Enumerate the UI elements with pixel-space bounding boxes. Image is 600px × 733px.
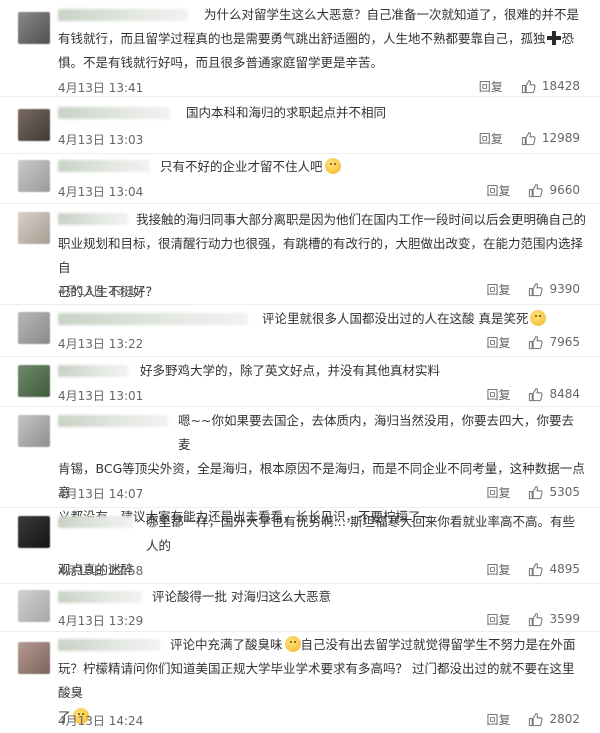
avatar[interactable] [18, 212, 50, 244]
thumbs-up-icon [529, 712, 544, 726]
like-count: 12989 [541, 131, 580, 145]
reply-button[interactable]: 回复 [486, 711, 510, 728]
like-button[interactable]: 2802 [528, 712, 580, 727]
comment-actions: 回复 9390 [486, 280, 580, 298]
comment-list: 为什么对留学生这么大恶意？自己准备一次就知道了，很难的并不是 有钱就行，而且留学… [0, 0, 600, 733]
thumbs-up-icon [521, 131, 536, 145]
like-button[interactable]: 12989 [521, 131, 580, 146]
reply-button[interactable]: 回复 [486, 182, 510, 199]
comment-actions: 回复 8484 [486, 385, 580, 403]
like-button[interactable]: 8484 [528, 387, 580, 402]
thumbs-up-icon [529, 562, 544, 576]
comment-item: 好多野鸡大学的，除了英文好点，并没有其他真材实料 4月13日 13:01 回复 … [0, 357, 600, 407]
thumbs-up-icon [529, 282, 544, 296]
comment-time: 4月13日 12:58 [58, 564, 144, 578]
comment-text: 评论酸得一批 对海归这么大恶意 [152, 589, 331, 604]
comment-time: 4月13日 14:24 [58, 714, 144, 728]
comment-text: 只有不好的企业才留不住人吧 [58, 155, 586, 179]
like-button[interactable]: 4895 [528, 562, 580, 577]
comment-item: 评论酸得一批 对海归这么大恶意 4月13日 13:29 回复 3599 [0, 584, 600, 632]
comment-text: 评论里就很多人国都没出过的人在这酸 真是笑死 [58, 307, 586, 331]
comment-time: 4月13日 13:41 [58, 81, 144, 95]
avatar[interactable] [18, 109, 50, 141]
comment-time: 4月13日 13:01 [58, 389, 144, 403]
like-count: 7965 [549, 335, 580, 349]
comment-item: 为什么对留学生这么大恶意？自己准备一次就知道了，很难的并不是 有钱就行，而且留学… [0, 0, 600, 97]
thumbs-up-icon [529, 335, 544, 349]
reply-button[interactable]: 回复 [479, 78, 503, 95]
reply-button[interactable]: 回复 [486, 386, 510, 403]
like-count: 9390 [549, 282, 580, 296]
avatar[interactable] [18, 642, 50, 674]
comment-actions: 回复 5305 [486, 483, 580, 501]
like-button[interactable]: 9390 [528, 282, 580, 297]
comment-item: 我接触的海归同事大部分离职是因为他们在国内工作一段时间以后会更明确自己的 职业规… [0, 204, 600, 305]
comment-time: 4月13日 13:04 [58, 185, 144, 199]
comment-actions: 回复 7965 [486, 333, 580, 351]
comment-actions: 回复 3599 [486, 610, 580, 628]
smiley-emoji-icon [324, 158, 341, 174]
comment-time: 4月13日 13:17 [58, 284, 144, 298]
like-count: 5305 [549, 485, 580, 499]
comment-item: 嗯~~你如果要去国企，去体质内，海归当然没用，你要去四大，你要去麦 肯锡，BCG… [0, 407, 600, 524]
comment-time: 4月13日 14:07 [58, 487, 144, 501]
comment-actions: 回复 2802 [486, 710, 580, 728]
avatar[interactable] [18, 12, 50, 44]
comment-item: 评论中充满了酸臭味 自己没有出去留学过就觉得留学生不努力是在外面 玩？柠檬精请问你… [0, 632, 600, 733]
comment-actions: 回复 9660 [486, 181, 580, 199]
smiley-emoji-icon [530, 310, 547, 326]
like-button[interactable]: 9660 [528, 183, 580, 198]
like-count: 8484 [549, 387, 580, 401]
comment-item: 国内本科和海归的求职起点并不相同 4月13日 13:03 回复 12989 [0, 97, 600, 154]
comment-time: 4月13日 13:03 [58, 133, 144, 147]
comment-actions: 回复 12989 [479, 129, 580, 147]
like-button[interactable]: 3599 [528, 612, 580, 627]
like-count: 18428 [541, 79, 580, 93]
smiley-emoji-icon [284, 636, 301, 652]
thumbs-up-icon [529, 612, 544, 626]
like-button[interactable]: 7965 [528, 335, 580, 350]
comment-text: 国内本科和海归的求职起点并不相同 [186, 105, 387, 120]
thumbs-up-icon [529, 183, 544, 197]
reply-button[interactable]: 回复 [486, 281, 510, 298]
avatar[interactable] [18, 365, 50, 397]
comment-item: 哪里都一样，国外大学也有优劣啊… 斯坦福寒大回来你看就业率高不高。有些人的 观点… [0, 508, 600, 584]
like-button[interactable]: 5305 [528, 485, 580, 500]
like-button[interactable]: 18428 [521, 79, 580, 94]
comment-actions: 回复 18428 [479, 77, 580, 95]
comment-text: 好多野鸡大学的，除了英文好点，并没有其他真材实料 [140, 363, 441, 378]
thumbs-up-icon [521, 79, 536, 93]
reply-button[interactable]: 回复 [479, 130, 503, 147]
comment-text: 为什么对留学生这么大恶意？自己准备一次就知道了，很难的并不是 有钱就行，而且留学… [58, 7, 580, 70]
thumbs-up-icon [529, 387, 544, 401]
thumbs-up-icon [529, 485, 544, 499]
comment-item: 评论里就很多人国都没出过的人在这酸 真是笑死 4月13日 13:22 回复 79… [0, 305, 600, 357]
like-count: 4895 [549, 562, 580, 576]
like-count: 3599 [549, 612, 580, 626]
cross-emoji-icon [546, 31, 561, 45]
reply-button[interactable]: 回复 [486, 561, 510, 578]
comment-time: 4月13日 13:22 [58, 337, 144, 351]
avatar[interactable] [18, 160, 50, 192]
comment-time: 4月13日 13:29 [58, 614, 144, 628]
reply-button[interactable]: 回复 [486, 334, 510, 351]
avatar[interactable] [18, 590, 50, 622]
avatar[interactable] [18, 312, 50, 344]
avatar[interactable] [18, 415, 50, 447]
comment-item: 只有不好的企业才留不住人吧 4月13日 13:04 回复 9660 [0, 154, 600, 204]
comment-actions: 回复 4895 [486, 560, 580, 578]
like-count: 9660 [549, 183, 580, 197]
reply-button[interactable]: 回复 [486, 611, 510, 628]
reply-button[interactable]: 回复 [486, 484, 510, 501]
avatar[interactable] [18, 516, 50, 548]
like-count: 2802 [549, 712, 580, 726]
